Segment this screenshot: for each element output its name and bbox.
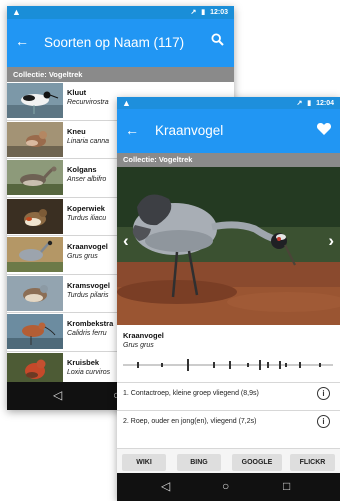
sound-label: 2. Roep, ouder en jong(en), vliegend (7,… [123, 418, 257, 425]
species-scientific-name: Turdus pilaris [67, 291, 109, 299]
page-title: Kraanvogel [155, 123, 224, 138]
info-icon[interactable]: i [317, 415, 330, 428]
species-name: Koperwiek [67, 203, 105, 213]
species-thumbnail [7, 275, 63, 311]
back-arrow-icon[interactable]: ← [15, 33, 29, 49]
nav-home-icon[interactable]: ○ [222, 479, 229, 493]
back-arrow-icon[interactable]: ← [125, 122, 139, 138]
species-scientific-name: Anser albifro [67, 176, 107, 183]
search-icon[interactable] [211, 33, 224, 49]
flickr-button[interactable]: FLICKR [290, 454, 335, 471]
clock: 12:04 [316, 100, 334, 107]
species-thumbnail [7, 121, 63, 157]
favorite-heart-icon[interactable] [316, 121, 332, 137]
species-name: Kraanvogel [123, 331, 164, 340]
status-bar: ▲ ↗ ▮ 12:04 [117, 97, 340, 109]
species-thumbnail [7, 198, 63, 234]
signal-icon: ↗ [296, 100, 303, 107]
species-name: Krombekstra [67, 319, 114, 328]
status-bar: ▲ ↗ ▮ 12:03 [7, 6, 234, 19]
species-scientific-name: Grus grus [67, 253, 98, 260]
species-scientific-name: Recurvirostra [67, 99, 109, 106]
nav-back-icon[interactable]: ◁ [53, 388, 62, 402]
collection-label: Collectie: Vogeltrek [117, 153, 340, 167]
sound-waveform[interactable] [123, 354, 333, 376]
species-scientific-name: Calidris ferru [67, 330, 107, 337]
species-scientific-name: Loxia curviros [67, 368, 111, 376]
wiki-button[interactable]: WIKI [122, 454, 166, 471]
species-name: Kolgans [67, 165, 97, 174]
species-thumbnail [7, 160, 63, 195]
search-buttons: WIKI BING GOOGLE FLICKR [117, 448, 340, 474]
collection-label: Collectie: Vogeltrek [7, 67, 234, 82]
species-name: Kneu [67, 126, 86, 136]
nav-recents-icon[interactable]: □ [283, 479, 290, 493]
species-scientific-name: Turdus iliacu [67, 214, 107, 222]
sound-item[interactable]: 1. Contactroep, kleine groep vliegend (8… [117, 382, 340, 405]
signal-icon: ↗ [190, 9, 197, 16]
species-scientific-name: Linaria canna [67, 137, 110, 145]
app-bar: ← Kraanvogel [117, 109, 340, 153]
warning-icon: ▲ [122, 98, 131, 108]
species-name: Kramsvogel [67, 280, 110, 290]
species-name: Kruisbek [67, 357, 100, 367]
species-thumbnail [7, 314, 63, 349]
species-name: Kluut [67, 88, 87, 97]
sound-item[interactable]: 2. Roep, ouder en jong(en), vliegend (7,… [117, 410, 340, 433]
next-photo-chevron-icon[interactable]: › [328, 231, 334, 251]
warning-icon: ▲ [12, 7, 21, 17]
previous-photo-chevron-icon[interactable]: ‹ [123, 231, 129, 251]
species-detail-screen: ▲ ↗ ▮ 12:04 ← Kraanvogel Collectie: Voge… [117, 97, 340, 501]
page-title: Soorten op Naam (117) [44, 35, 185, 50]
species-thumbnail [7, 83, 63, 118]
clock: 12:03 [210, 9, 228, 16]
species-photo[interactable]: ‹ › [117, 167, 340, 325]
navigation-bar: ◁ ○ □ [117, 473, 340, 501]
bing-button[interactable]: BING [177, 454, 221, 471]
species-name: Kraanvogel [67, 242, 108, 251]
species-scientific-name: Grus grus [123, 342, 154, 349]
google-button[interactable]: GOOGLE [232, 454, 282, 471]
battery-icon: ▮ [307, 100, 312, 107]
battery-icon: ▮ [201, 9, 206, 16]
info-icon[interactable]: i [317, 387, 330, 400]
sound-label: 1. Contactroep, kleine groep vliegend (8… [123, 390, 259, 397]
species-thumbnail [7, 237, 63, 272]
nav-back-icon[interactable]: ◁ [161, 479, 170, 493]
app-bar: ← Soorten op Naam (117) [7, 19, 234, 67]
